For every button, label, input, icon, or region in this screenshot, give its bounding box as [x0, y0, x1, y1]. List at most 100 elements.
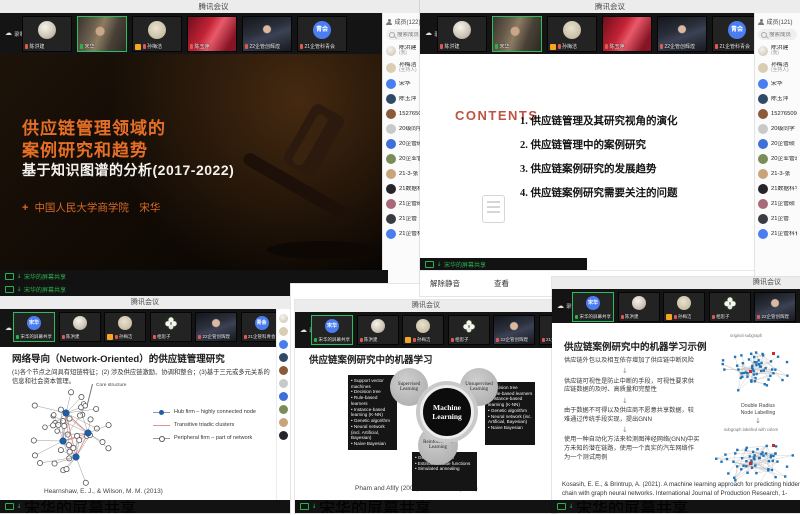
participant-row[interactable]: 宋华 — [755, 76, 800, 91]
participant-video-tile[interactable]: 孙梅洁 — [547, 16, 597, 52]
participant-video-tile[interactable]: 陈洪建 — [437, 16, 487, 52]
avatar — [279, 379, 288, 388]
participant-video-tile[interactable]: 陈洪建 — [22, 16, 72, 52]
mic-icon — [496, 338, 499, 343]
avatar: 宋华 — [586, 296, 600, 310]
participant-video-tile[interactable]: 22企管创辉煌 — [657, 16, 707, 52]
participant-video-tile[interactable]: 陈洪建 — [357, 315, 399, 345]
participant-video-tile[interactable]: 陈玉萍 — [187, 16, 237, 52]
download-arrow-icon: ↓ — [569, 504, 574, 510]
participant-row[interactable]: 21数据科学 — [755, 181, 800, 196]
mic-icon — [451, 338, 454, 343]
avatar — [386, 214, 396, 224]
video-tiles: 陈洪建 宋华 孙 — [437, 16, 767, 52]
participant-video-tile[interactable]: 孙梅洁 — [663, 292, 705, 322]
graph-top-label: original subgraph — [730, 333, 762, 338]
contents-item-3: 3. 供应链案例研究的发展趋势 — [520, 161, 657, 176]
video-tiles: 宋华 宋华的屏幕共享 陈洪建 — [572, 292, 800, 322]
search-input[interactable] — [397, 32, 421, 38]
participant-video-tile[interactable]: 宋华 — [492, 16, 542, 52]
video-strip: ☁ 录制中 宋华 宋华的屏幕共享 — [552, 289, 800, 323]
participant-video-tile[interactable]: 陈玉萍 — [602, 16, 652, 52]
participant-row[interactable]: 21企管科青会 — [755, 226, 800, 241]
tile-name-label: 孙梅洁 — [405, 337, 442, 343]
avatar — [279, 418, 288, 427]
tile-name-label: 21企管科青会 — [300, 43, 345, 50]
participant-video-tile[interactable]: 青会 21企管科青会 — [297, 16, 347, 52]
video-strip: ☁ 录制中 陈洪建 — [0, 13, 383, 54]
tile-name-label: 孙梅洁 — [666, 314, 703, 320]
member-search[interactable] — [386, 29, 424, 40]
participant-video-tile[interactable]: 22企管创辉煌 — [195, 312, 237, 342]
avatar — [416, 319, 430, 333]
avatar — [386, 46, 396, 56]
participant-panel-sliver — [276, 309, 290, 500]
avatar — [279, 340, 288, 349]
avatar: 青会 — [255, 316, 269, 330]
mic-icon — [62, 335, 65, 340]
participant-row[interactable]: 陈玉萍 — [755, 91, 800, 106]
tile-name-label: 宋华 — [80, 43, 125, 50]
window-title: 腾讯会议 — [0, 296, 290, 310]
member-search[interactable] — [758, 29, 797, 40]
participant-video-tile[interactable]: 宋华 宋华的屏幕共享 — [572, 292, 614, 322]
hand-raised-icon — [550, 44, 556, 50]
avatar — [386, 109, 396, 119]
down-arrow-icon: ↓ — [622, 368, 700, 375]
participant-row[interactable]: 20企管硕 — [755, 136, 800, 151]
participant-video-tile[interactable]: 相思子 — [150, 312, 192, 342]
tile-name-label: 相思子 — [712, 314, 749, 320]
slide-title: 供应链案例研究中的机器学习示例 — [564, 339, 707, 353]
participant-video-tile[interactable]: 宋华 宋华的屏幕共享 — [311, 315, 353, 345]
algorithm-item: Genetic algorithm — [488, 408, 533, 414]
cloud-recording-icon: ☁ — [425, 30, 432, 37]
unmute-button[interactable]: 解除静音 — [430, 278, 460, 289]
participant-video-tile[interactable]: 陈洪建 — [618, 292, 660, 322]
participant-video-tile[interactable]: 孙梅洁 — [104, 312, 146, 342]
participant-row[interactable]: 陈洪建(我) — [755, 42, 800, 59]
participant-video-tile[interactable]: 孙梅洁 — [132, 16, 182, 52]
tile-name-label: 22企管创辉煌 — [496, 337, 533, 343]
participant-row[interactable]: 15276509 — [755, 106, 800, 121]
participant-video-tile[interactable]: 孙梅洁 — [402, 315, 444, 345]
avatar — [73, 316, 87, 330]
avatar — [386, 229, 396, 239]
labelled-subgraph — [708, 431, 800, 483]
participant-video-tile[interactable]: 22企管创辉煌 — [493, 315, 535, 345]
participant-row[interactable]: 孙梅洁(主持人) — [755, 59, 800, 76]
mic-icon — [16, 335, 19, 340]
participant-row[interactable]: 20级同学 — [755, 121, 800, 136]
avatar — [148, 21, 166, 39]
tile-name-label: 宋华 — [495, 43, 540, 50]
mic-icon — [605, 44, 608, 49]
algorithm-item: Instance-based learning (K-NN) — [351, 407, 395, 418]
mic-icon — [495, 44, 498, 49]
mic-icon — [300, 44, 303, 49]
view-button[interactable]: 查看 — [494, 278, 509, 289]
participant-video-tile[interactable]: 相思子 — [448, 315, 490, 345]
participant-row[interactable]: 21企管硕 — [755, 196, 800, 211]
algorithm-item: Instance-based learning (K-NN) — [488, 396, 533, 407]
participant-row[interactable]: 20企业管理 — [755, 151, 800, 166]
participant-video-tile[interactable]: 22企管创辉煌 — [754, 292, 796, 322]
participant-video-tile[interactable]: 陈洪建 — [59, 312, 101, 342]
mic-icon — [558, 44, 561, 49]
participant-video-tile[interactable]: 宋华 — [77, 16, 127, 52]
slide-title: 供应链案例研究中的机器学习 — [309, 352, 433, 366]
participant-video-tile[interactable]: 宋华 宋华的屏幕共享 — [13, 312, 55, 342]
search-input[interactable] — [769, 32, 794, 38]
algorithm-item: Neural network (incl. Artificial, Bayesi… — [351, 424, 395, 441]
participant-video-tile[interactable]: 相思子 — [709, 292, 751, 322]
machine-learning-circle: Machine Learning — [420, 385, 474, 439]
plus-icon: + — [22, 202, 28, 214]
avatar — [279, 431, 288, 440]
supply-network-diagram — [8, 383, 158, 497]
participant-row[interactable]: 21企管 — [755, 211, 800, 226]
participant-video-tile[interactable]: 22企管创辉煌 — [242, 16, 292, 52]
avatar — [758, 184, 768, 194]
tile-name-label: 宋华的屏幕共享 — [314, 337, 351, 343]
download-arrow-icon: ↓ — [312, 504, 317, 510]
contents-item-4: 4. 供应链案例研究需要关注的问题 — [520, 185, 678, 200]
participant-row[interactable]: 21-3-张 — [755, 166, 800, 181]
cloud-recording-icon: ☁ — [557, 303, 564, 310]
